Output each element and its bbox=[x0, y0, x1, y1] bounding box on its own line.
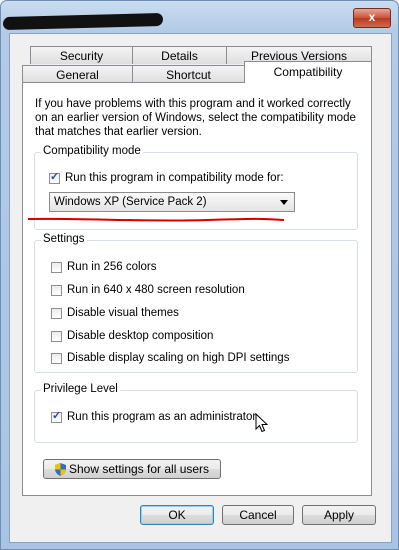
run-as-admin-label: Run this program as an administrator bbox=[67, 410, 257, 423]
compatibility-panel: If you have problems with this program a… bbox=[22, 82, 372, 496]
setting-checkbox[interactable] bbox=[51, 284, 62, 296]
ok-button[interactable]: OK bbox=[140, 505, 214, 525]
os-select[interactable]: Windows XP (Service Pack 2) bbox=[49, 192, 295, 212]
tab-general[interactable]: General bbox=[22, 65, 133, 83]
show-settings-all-users-label: Show settings for all users bbox=[68, 462, 210, 476]
setting-row-640x480[interactable]: Run in 640 x 480 screen resolution bbox=[51, 282, 245, 298]
run-as-admin-row[interactable]: Run this program as an administrator bbox=[51, 409, 256, 425]
setting-checkbox[interactable] bbox=[51, 261, 62, 273]
close-button[interactable]: x bbox=[353, 8, 391, 28]
os-select-value: Windows XP (Service Pack 2) bbox=[54, 196, 207, 208]
setting-checkbox[interactable] bbox=[51, 330, 62, 342]
setting-label: Run in 256 colors bbox=[67, 260, 157, 273]
cancel-button[interactable]: Cancel bbox=[222, 505, 294, 525]
settings-title: Settings bbox=[41, 233, 87, 245]
setting-row-dpi-scaling[interactable]: Disable display scaling on high DPI sett… bbox=[51, 350, 289, 366]
settings-group: Settings Run in 256 colors Run in 640 x … bbox=[34, 233, 358, 373]
show-settings-all-users-button[interactable]: Show settings for all users bbox=[43, 459, 221, 479]
compat-mode-title: Compatibility mode bbox=[41, 145, 143, 157]
tab-shortcut[interactable]: Shortcut bbox=[132, 65, 245, 83]
red-annotation-underline bbox=[27, 217, 285, 222]
tab-compatibility[interactable]: Compatibility bbox=[244, 61, 372, 83]
setting-checkbox[interactable] bbox=[51, 352, 62, 364]
setting-label: Disable display scaling on high DPI sett… bbox=[67, 351, 290, 364]
compat-mode-checkbox-row[interactable]: Run this program in compatibility mode f… bbox=[49, 170, 284, 186]
setting-label: Disable visual themes bbox=[67, 306, 179, 319]
setting-row-desktop-composition[interactable]: Disable desktop composition bbox=[51, 328, 213, 344]
uac-shield-icon bbox=[54, 463, 66, 477]
mouse-pointer-icon bbox=[255, 413, 269, 433]
compat-mode-checkbox[interactable] bbox=[49, 171, 60, 184]
properties-window: x Security Details Previous Versions Gen… bbox=[0, 0, 399, 550]
setting-checkbox[interactable] bbox=[51, 307, 62, 319]
redacted-title bbox=[3, 12, 163, 31]
compat-mode-checkbox-label: Run this program in compatibility mode f… bbox=[65, 171, 284, 184]
apply-button[interactable]: Apply bbox=[302, 505, 376, 525]
privilege-title: Privilege Level bbox=[41, 383, 120, 395]
setting-row-visual-themes[interactable]: Disable visual themes bbox=[51, 305, 179, 321]
intro-text: If you have problems with this program a… bbox=[35, 98, 356, 138]
setting-label: Disable desktop composition bbox=[67, 329, 214, 342]
run-as-admin-checkbox[interactable] bbox=[51, 410, 62, 423]
tab-details[interactable]: Details bbox=[132, 46, 227, 64]
tab-security[interactable]: Security bbox=[30, 46, 133, 64]
privilege-group: Privilege Level Run this program as an a… bbox=[34, 383, 358, 443]
setting-label: Run in 640 x 480 screen resolution bbox=[67, 283, 245, 296]
dropdown-arrow-icon[interactable] bbox=[280, 200, 288, 205]
setting-row-256-colors[interactable]: Run in 256 colors bbox=[51, 259, 157, 275]
